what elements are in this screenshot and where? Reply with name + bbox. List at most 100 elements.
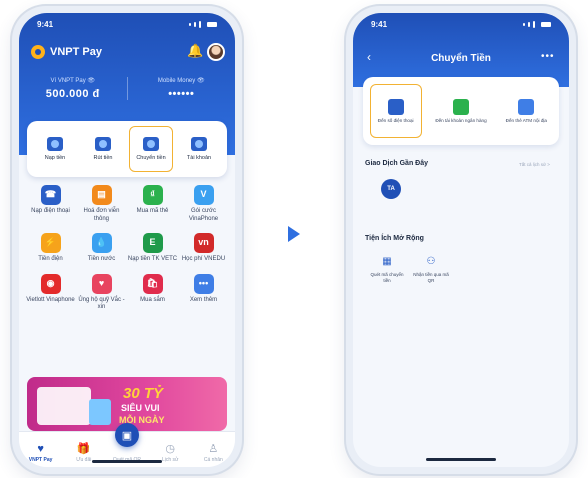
quick-action-label: Tài khoản xyxy=(186,155,212,161)
user-icon: ♙ xyxy=(208,442,219,455)
service-item[interactable]: V Gói cước VinaPhone xyxy=(178,185,229,223)
avatar[interactable] xyxy=(207,43,225,61)
tab-label: VNPT Pay xyxy=(28,456,53,463)
service-label: Nạp tiền TK VETC xyxy=(127,256,178,262)
service-label: Gói cước VinaPhone xyxy=(188,208,219,222)
service-item[interactable]: 💧 Tiền nước xyxy=(76,233,127,264)
service-label: Vietlott Vinaphone xyxy=(26,296,75,303)
transfer-screen: 9:41 ‹ Chuyển Tiền ••• Đến số điện thoại… xyxy=(353,13,569,467)
service-label: Hoá đơn viễn thông xyxy=(83,208,120,222)
quick-action-label: Nạp tiền xyxy=(44,155,66,161)
service-item[interactable]: ₫ Mua mã thẻ xyxy=(127,185,178,223)
services-grid: ☎ Nạp điện thoại ▤ Hoá đơn viễn thông ₫ Mua m… xyxy=(25,185,229,312)
service-item[interactable]: ⚡ Tiền điện xyxy=(25,233,76,264)
service-icon: ♥ xyxy=(91,273,112,294)
service-item[interactable]: ◉ Vietlott Vinaphone xyxy=(25,273,76,312)
service-icon: ••• xyxy=(193,273,214,294)
utilities-title: Tiện Ích Mở Rộng xyxy=(365,235,424,242)
wallet-mobile-money[interactable]: Mobile Money 👁 •••••• xyxy=(126,77,236,100)
see-all-link[interactable]: Tất cả lịch sử > xyxy=(519,162,550,167)
quick-action-label: Rút tiền xyxy=(93,155,113,161)
status-bar: 9:41 xyxy=(353,13,569,35)
receive-money-icon: ⚇ xyxy=(426,255,436,267)
status-bar: 9:41 xyxy=(19,13,235,35)
transfer-option-label: Đến số điện thoại xyxy=(377,117,414,123)
transfer-button[interactable]: Chuyển tiền xyxy=(129,126,173,172)
status-time: 9:41 xyxy=(371,19,388,29)
tab-label: Lịch sử xyxy=(161,456,179,463)
service-icon: ◉ xyxy=(40,273,61,294)
service-item[interactable]: E Nạp tiền TK VETC xyxy=(127,233,178,264)
transfer-option-icon xyxy=(387,98,404,115)
account-icon xyxy=(191,137,207,151)
topup-button[interactable]: Nạp tiền xyxy=(33,126,77,172)
service-item[interactable]: vn Học phí VNEDU xyxy=(178,233,229,264)
app-brand: VNPT Pay xyxy=(31,45,102,59)
page-title: Chuyển Tiền xyxy=(431,53,491,64)
bell-icon[interactable]: 🔔 xyxy=(187,43,203,59)
clock-icon: ◷ xyxy=(165,442,175,455)
transfer-option-label: Đến thẻ ATM nội địa xyxy=(505,117,547,123)
service-icon: E xyxy=(142,233,163,253)
qr-code-icon: ▦ xyxy=(382,255,392,267)
vnpt-pay-icon: ♥ xyxy=(37,442,44,455)
utility-label: Quét mã chuyển tiền xyxy=(370,272,404,283)
status-time: 9:41 xyxy=(37,19,54,29)
home-indicator xyxy=(92,460,162,463)
wallet-amount: •••••• xyxy=(168,88,195,100)
service-label: Học phí VNEDU xyxy=(181,256,226,262)
recent-title: Giao Dịch Gần Đây xyxy=(365,160,429,167)
phone-transfer: 9:41 ‹ Chuyển Tiền ••• Đến số điện thoại… xyxy=(346,6,576,474)
flow-arrow-icon xyxy=(288,226,300,242)
more-icon[interactable]: ••• xyxy=(541,51,555,62)
service-item[interactable]: ♥ Ủng hộ quỹ Vắc - xin xyxy=(76,273,127,312)
withdraw-button[interactable]: Rút tiền xyxy=(81,126,125,172)
wallet-label: Ví VNPT Pay 👁 xyxy=(50,78,96,84)
tab-label: Ưu đãi xyxy=(76,456,92,463)
service-label: Tiền nước xyxy=(87,256,116,262)
service-label: Xem thêm xyxy=(189,296,218,303)
home-indicator xyxy=(426,458,496,461)
qr-scan-icon: ▣ xyxy=(121,429,133,442)
withdraw-icon xyxy=(95,137,111,151)
service-item[interactable]: ☎ Nạp điện thoại xyxy=(25,185,76,223)
service-icon: ▤ xyxy=(91,185,112,205)
service-label: Tiền điện xyxy=(38,256,63,262)
scan-qr-button[interactable]: ▣ xyxy=(115,423,139,447)
signal-icon xyxy=(523,20,551,28)
tab-profile[interactable]: ♙ Cá nhân xyxy=(196,443,230,463)
service-item[interactable]: 🛍 Mua sắm xyxy=(127,273,178,312)
topup-icon xyxy=(47,137,63,151)
tab-home[interactable]: ♥ VNPT Pay xyxy=(24,443,58,463)
recent-contact-avatar[interactable]: TA xyxy=(381,179,401,199)
quick-action-label: Chuyển tiền xyxy=(136,155,166,161)
service-label: Mua sắm xyxy=(140,296,165,303)
service-label: Ủng hộ quỹ Vắc - xin xyxy=(78,296,125,311)
brand-name: VNPT Pay xyxy=(50,46,102,58)
transfer-option-icon xyxy=(518,98,535,115)
receive-via-qr-button[interactable]: ⚇ Nhận tiền qua mã QR xyxy=(411,253,451,284)
scan-to-transfer-button[interactable]: ▦ Quét mã chuyển tiền xyxy=(367,253,407,284)
service-icon: ☎ xyxy=(40,185,61,205)
transfer-icon xyxy=(143,137,159,151)
transfer-option[interactable]: Đến tài khoản ngân hàng xyxy=(435,84,487,138)
wallet-vnpt[interactable]: Ví VNPT Pay 👁 500.000 đ xyxy=(19,77,127,100)
transfer-option[interactable]: Đến thẻ ATM nội địa xyxy=(500,84,552,138)
service-label: Mua mã thẻ xyxy=(136,208,169,214)
promo-line-2: SIÊU VUI xyxy=(121,403,160,413)
promo-phone-image xyxy=(89,399,111,425)
utility-label: Nhận tiền qua mã QR xyxy=(413,272,449,283)
service-icon: 🛍 xyxy=(142,273,163,294)
service-item[interactable]: ▤ Hoá đơn viễn thông xyxy=(76,185,127,223)
stage: 9:41 VNPT Pay 🔔 Ví VNPT Pay 👁 500.000 đ … xyxy=(0,0,588,478)
quick-actions: Nạp tiền Rút tiền Chuyển tiền Tài khoản xyxy=(27,121,227,177)
service-item[interactable]: ••• Xem thêm xyxy=(178,273,229,312)
service-icon: vn xyxy=(193,233,214,253)
service-icon: ⚡ xyxy=(40,233,61,253)
wallet-balances: Ví VNPT Pay 👁 500.000 đ Mobile Money 👁 •… xyxy=(19,77,235,100)
wallet-amount: 500.000 đ xyxy=(45,88,100,100)
service-label: Nạp điện thoại xyxy=(31,208,70,214)
account-button[interactable]: Tài khoản xyxy=(177,126,221,172)
transfer-options: Đến số điện thoại Đến tài khoản ngân hàng… xyxy=(363,77,559,145)
transfer-option[interactable]: Đến số điện thoại xyxy=(369,84,422,138)
